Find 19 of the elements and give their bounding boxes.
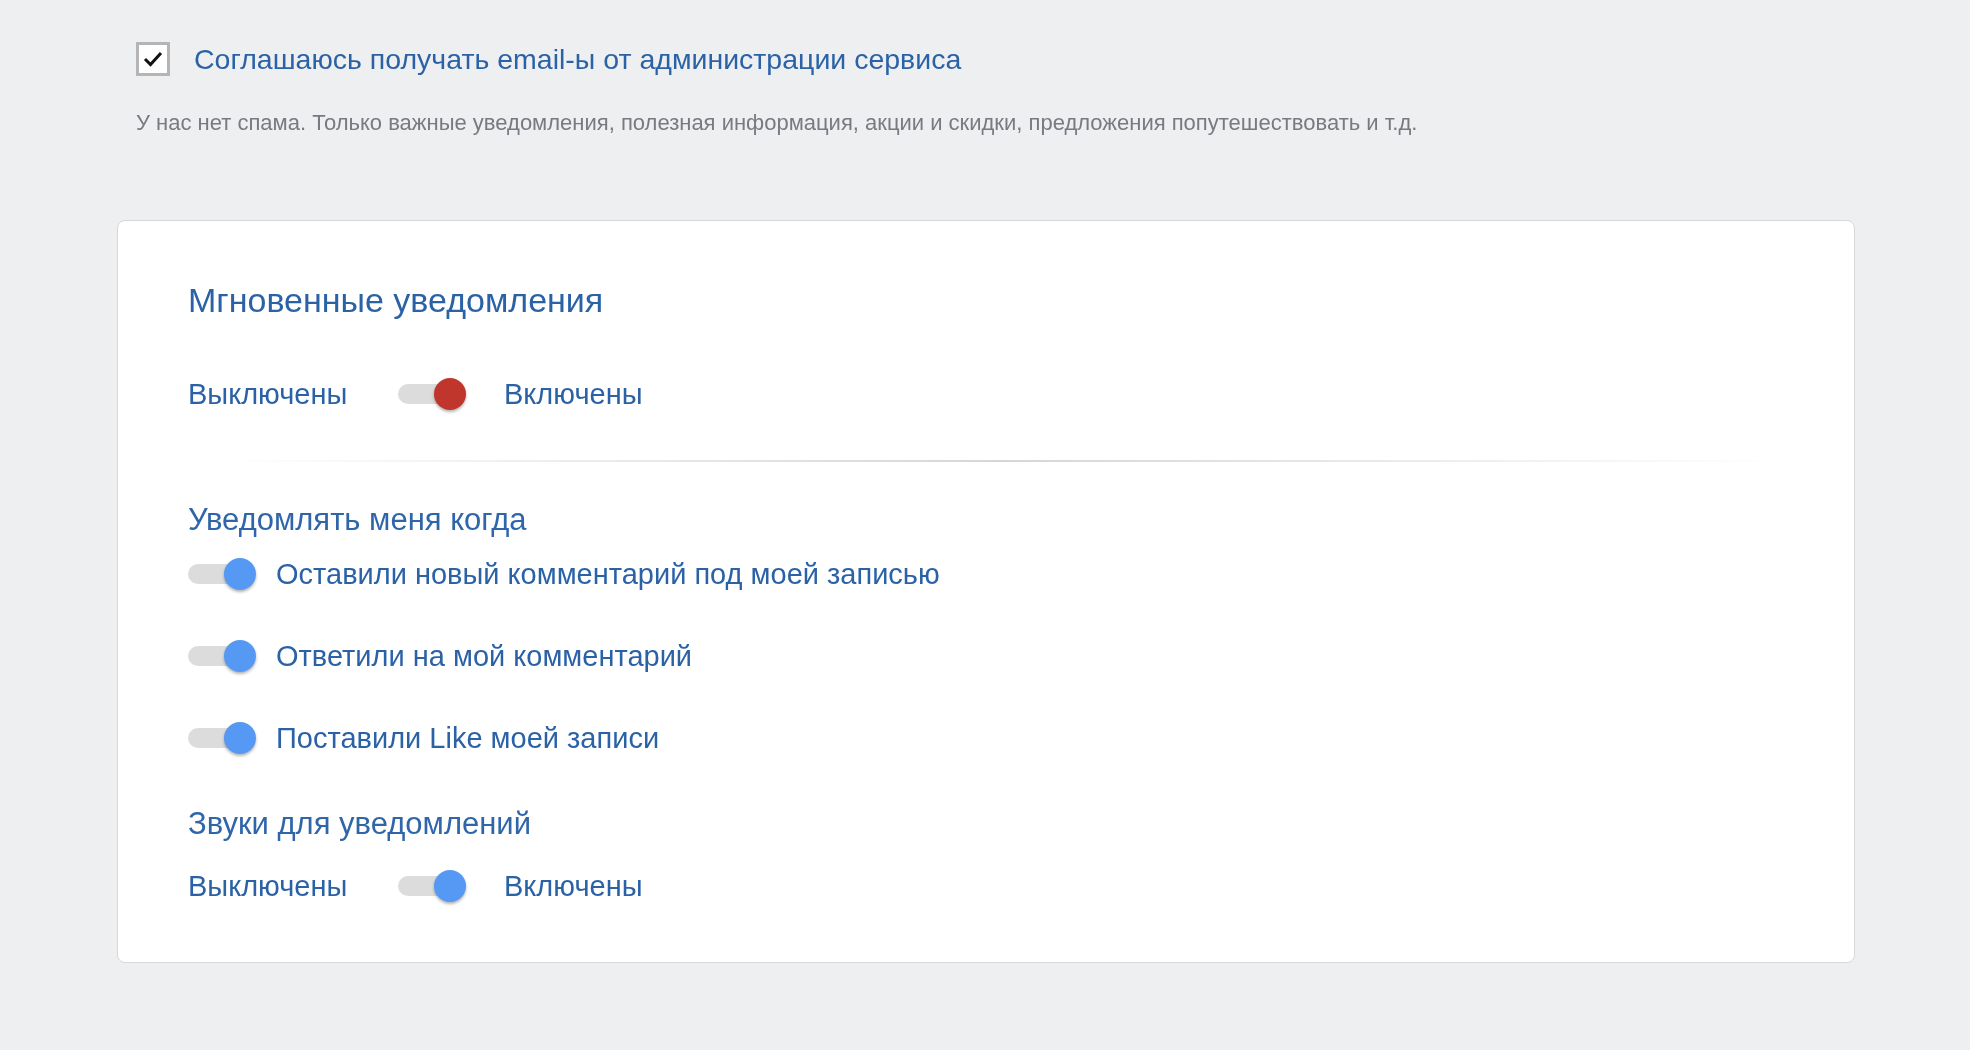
toggle-switch[interactable] (188, 638, 256, 674)
toggle-switch[interactable] (188, 556, 256, 592)
check-icon (143, 51, 163, 67)
toggle-switch[interactable] (188, 720, 256, 756)
toggle-label: Оставили новый комментарий под моей записью (276, 557, 940, 591)
on-label: Включены (504, 377, 643, 411)
toggle-label: Ответили на мой комментарий (276, 639, 693, 673)
off-label: Выключены (188, 377, 349, 411)
on-label: Включены (504, 869, 643, 903)
note-text: У нас нет спама. Только важные уведомления, полезная информация, акции и скидки, предложения попутешествовать и т.д. (136, 110, 1419, 136)
toggle-switch[interactable] (398, 376, 466, 412)
toggle-switch[interactable] (398, 868, 466, 904)
checkbox-label: Соглашаюсь получать email-ы от администрации сервиса (194, 42, 962, 76)
card-title: Мгновенные уведомления (188, 281, 605, 320)
checkbox[interactable] (136, 42, 170, 76)
toggle-label: Поставили Like моей записи (276, 721, 660, 755)
section-heading: Звуки для уведомлений (188, 806, 532, 842)
section-heading: Уведомлять меня когда (188, 502, 528, 538)
off-label: Выключены (188, 869, 349, 903)
